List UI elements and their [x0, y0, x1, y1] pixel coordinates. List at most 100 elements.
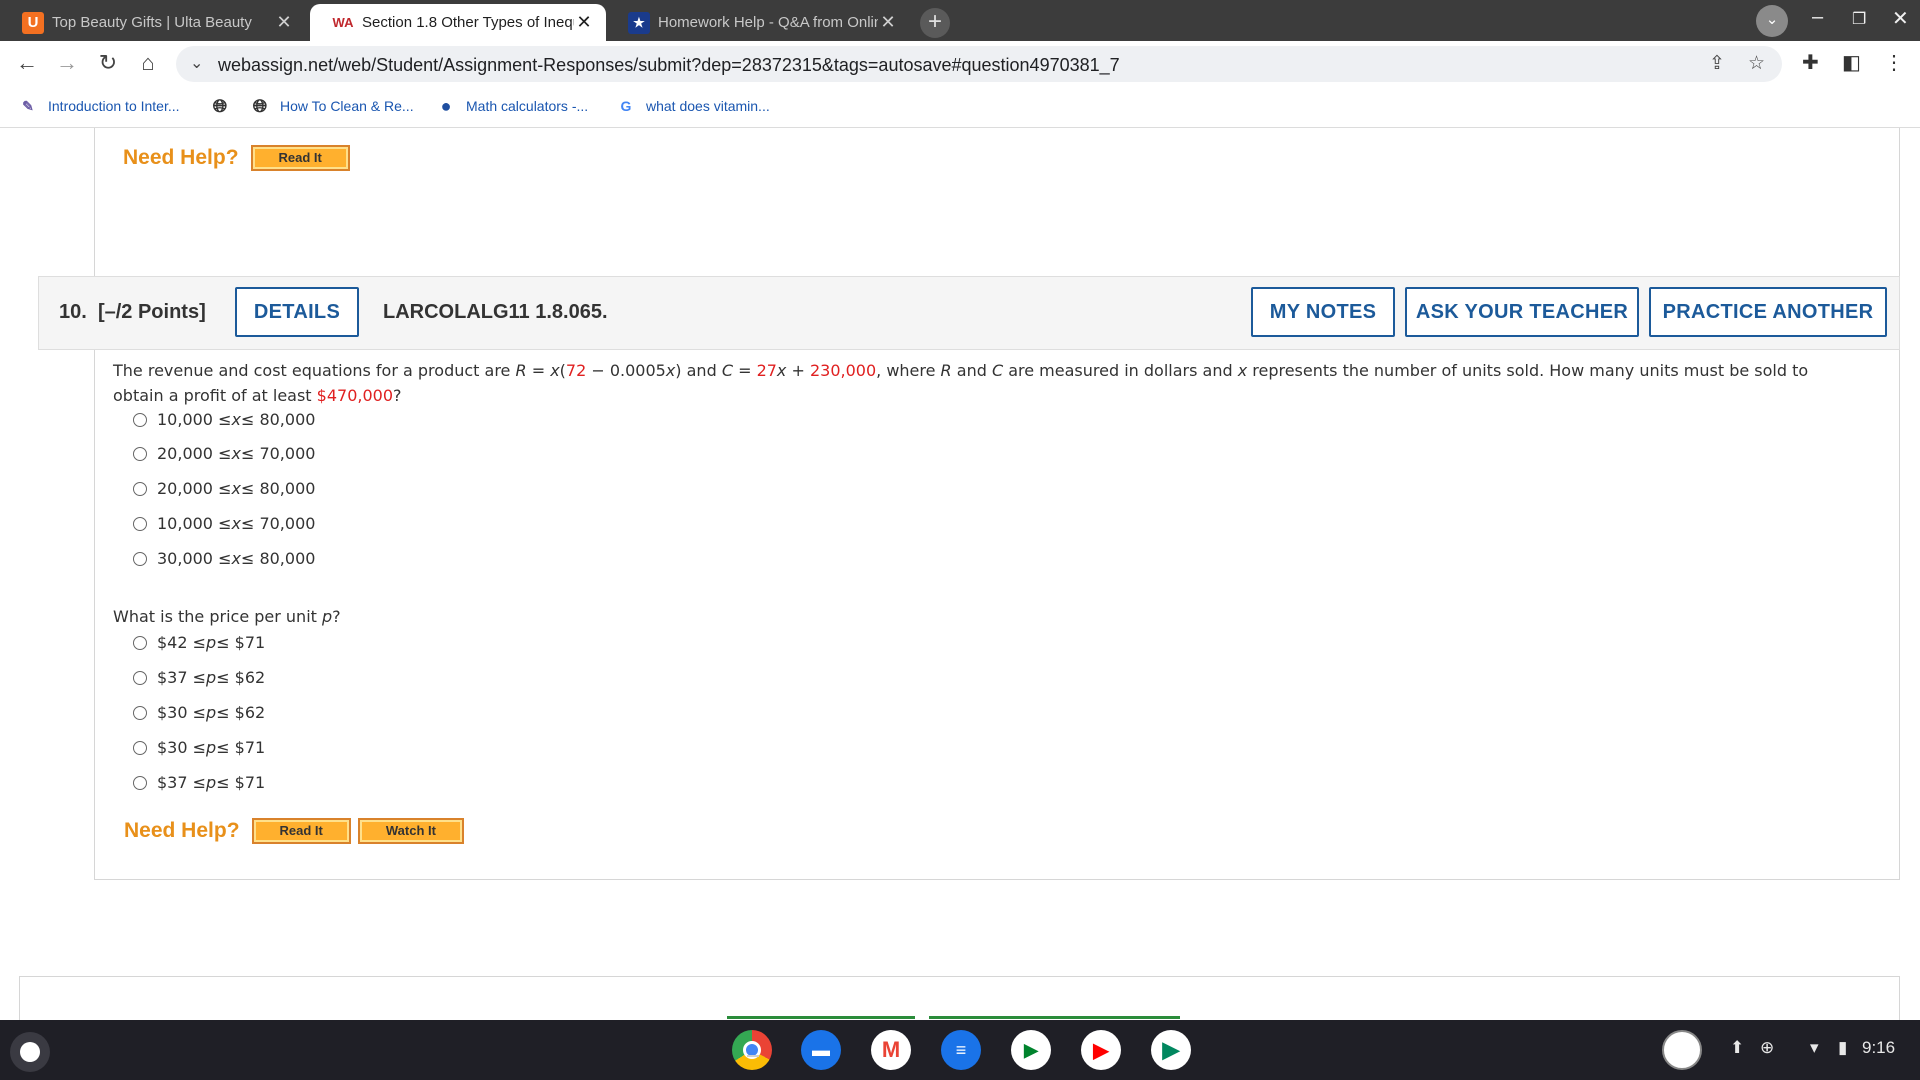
- minimize-icon[interactable]: ‒: [1812, 6, 1823, 29]
- radio-button[interactable]: [133, 481, 147, 496]
- practice-another-button[interactable]: PRACTICE ANOTHER: [1649, 287, 1887, 337]
- share-icon[interactable]: ⇪: [1709, 52, 1725, 75]
- units-option[interactable]: 20,000 ≤ x ≤ 80,000: [133, 479, 315, 498]
- chrome-icon[interactable]: [732, 1030, 772, 1070]
- book-icon: ✎: [22, 97, 34, 114]
- add-icon[interactable]: ⊕: [1760, 1038, 1774, 1058]
- tab-close-icon[interactable]: ✕: [574, 12, 594, 33]
- bookmark-globe[interactable]: 🌐︎: [210, 96, 240, 116]
- bookmark-label: Introduction to Inter...: [48, 98, 180, 114]
- tab-search-chevron-icon[interactable]: ⌄: [1756, 5, 1788, 37]
- wifi-icon[interactable]: ▾: [1810, 1038, 1819, 1058]
- tab-close-icon[interactable]: ✕: [274, 12, 294, 33]
- bookmark-star-icon[interactable]: ☆: [1748, 52, 1765, 75]
- tab-homework-help[interactable]: ★ Homework Help - Q&A from Online Tutors…: [606, 4, 910, 41]
- site-info-chevron-icon[interactable]: ⌄: [190, 53, 203, 73]
- tab-close-icon[interactable]: ✕: [878, 12, 898, 33]
- price-option[interactable]: $37 ≤ p ≤ $71: [133, 773, 265, 792]
- address-bar[interactable]: ⌄ webassign.net/web/Student/Assignment-R…: [176, 46, 1782, 82]
- docs-icon[interactable]: ≡: [941, 1030, 981, 1070]
- bookmark-vitamin[interactable]: G what does vitamin...: [616, 96, 770, 116]
- units-option[interactable]: 10,000 ≤ x ≤ 70,000: [133, 514, 315, 533]
- price-option[interactable]: $37 ≤ p ≤ $62: [133, 668, 265, 687]
- tab-ulta[interactable]: U Top Beauty Gifts | Ulta Beauty ✕: [0, 4, 306, 41]
- bookmark-label: How To Clean & Re...: [280, 98, 414, 114]
- question-header: 10. [–/2 Points] DETAILS LARCOLALG11 1.8…: [38, 276, 1900, 350]
- radio-button[interactable]: [133, 635, 147, 650]
- question-text: The revenue and cost equations for a pro…: [113, 361, 1809, 405]
- radio-button[interactable]: [133, 740, 147, 755]
- units-option[interactable]: 10,000 ≤ x ≤ 80,000: [133, 410, 315, 429]
- details-button[interactable]: DETAILS: [235, 287, 359, 337]
- units-option[interactable]: 20,000 ≤ x ≤ 70,000: [133, 444, 315, 463]
- forward-arrow-icon[interactable]: →: [52, 49, 82, 79]
- back-arrow-icon[interactable]: ←: [12, 49, 42, 79]
- star-favicon-icon: ★: [628, 11, 650, 34]
- page-green-button-edge: [929, 1016, 1180, 1019]
- bookmark-label: what does vitamin...: [646, 98, 770, 114]
- tab-title: Homework Help - Q&A from Online Tutors: [658, 14, 878, 31]
- radio-button[interactable]: [133, 775, 147, 790]
- next-question-card: [19, 976, 1900, 1020]
- need-help-label: Need Help?: [123, 146, 239, 169]
- page-content: Need Help? Read It 10. [–/2 Points] DETA…: [0, 128, 1920, 1020]
- bookmark-introduction[interactable]: ✎ Introduction to Inter...: [18, 96, 180, 116]
- calculator-icon: ●: [440, 95, 452, 116]
- close-window-icon[interactable]: ✕: [1892, 6, 1909, 31]
- bookmark-label: Math calculators -...: [466, 98, 589, 114]
- launcher-icon[interactable]: [10, 1032, 50, 1072]
- tab-webassign[interactable]: WA Section 1.8 Other Types of Inequaliti…: [310, 4, 606, 41]
- radio-button[interactable]: [133, 670, 147, 685]
- tab-title: Section 1.8 Other Types of Inequalities: [362, 14, 574, 31]
- radio-button[interactable]: [133, 551, 147, 566]
- browser-toolbar: ← → ↻ ⌂ ⌄ webassign.net/web/Student/Assi…: [0, 41, 1920, 86]
- units-option[interactable]: 30,000 ≤ x ≤ 80,000: [133, 549, 315, 568]
- gmail-icon[interactable]: M: [871, 1030, 911, 1070]
- menu-kebab-icon[interactable]: ⋮: [1884, 50, 1904, 75]
- clock[interactable]: 9:16: [1862, 1038, 1895, 1058]
- question-id: LARCOLALG11 1.8.065.: [383, 301, 608, 323]
- need-help: Need Help? Read It Watch It: [124, 818, 471, 844]
- read-it-button[interactable]: Read It: [251, 818, 351, 844]
- youtube-icon[interactable]: ▶: [1081, 1030, 1121, 1070]
- extensions-puzzle-icon[interactable]: ✚: [1802, 50, 1819, 75]
- need-help-label: Need Help?: [124, 819, 240, 842]
- reload-icon[interactable]: ↻: [93, 49, 123, 79]
- price-option[interactable]: $30 ≤ p ≤ $71: [133, 738, 265, 757]
- read-it-button[interactable]: Read It: [250, 145, 350, 171]
- upload-icon[interactable]: ⬆: [1730, 1038, 1744, 1058]
- bookmarks-bar: ✎ Introduction to Inter... 🌐︎ 🌐︎ How To …: [0, 86, 1920, 128]
- radio-button[interactable]: [133, 516, 147, 531]
- my-notes-button[interactable]: MY NOTES: [1251, 287, 1395, 337]
- ask-your-teacher-button[interactable]: ASK YOUR TEACHER: [1405, 287, 1639, 337]
- stylus-tool-icon[interactable]: [1662, 1030, 1702, 1070]
- radio-button[interactable]: [133, 446, 147, 461]
- os-shelf: ▬ M ≡ ▶ ▶ ▶ ⬆ ⊕ ▾ ▮ 9:16: [0, 1020, 1920, 1080]
- price-option[interactable]: $42 ≤ p ≤ $71: [133, 633, 265, 652]
- tab-strip: U Top Beauty Gifts | Ulta Beauty ✕ WA Se…: [0, 0, 1920, 41]
- watch-it-button[interactable]: Watch It: [357, 818, 464, 844]
- google-icon: G: [620, 98, 632, 114]
- bookmark-math-calculators[interactable]: ● Math calculators -...: [436, 95, 589, 116]
- new-tab-button[interactable]: +: [920, 8, 950, 38]
- radio-button[interactable]: [133, 412, 147, 427]
- bookmark-how-to-clean[interactable]: 🌐︎ How To Clean & Re...: [250, 96, 414, 116]
- price-question-text: What is the price per unit p?: [113, 607, 341, 626]
- question-body: The revenue and cost equations for a pro…: [94, 350, 1900, 880]
- side-panel-icon[interactable]: ◧: [1842, 50, 1861, 75]
- home-icon[interactable]: ⌂: [133, 49, 163, 79]
- page-green-button-edge: [727, 1016, 915, 1019]
- files-icon[interactable]: ▬: [801, 1030, 841, 1070]
- question-index: 10.: [59, 301, 87, 323]
- question-points: [–/2 Points]: [97, 301, 206, 323]
- meet-icon[interactable]: ▶: [1011, 1030, 1051, 1070]
- url-text[interactable]: webassign.net/web/Student/Assignment-Res…: [218, 55, 1120, 76]
- ulta-favicon-icon: U: [22, 11, 44, 34]
- battery-icon[interactable]: ▮: [1838, 1038, 1847, 1058]
- globe-icon: 🌐︎: [252, 95, 268, 116]
- question-number: 10. [–/2 Points]: [59, 301, 206, 324]
- restore-icon[interactable]: ❐: [1852, 9, 1866, 29]
- price-option[interactable]: $30 ≤ p ≤ $62: [133, 703, 265, 722]
- play-store-icon[interactable]: ▶: [1151, 1030, 1191, 1070]
- radio-button[interactable]: [133, 705, 147, 720]
